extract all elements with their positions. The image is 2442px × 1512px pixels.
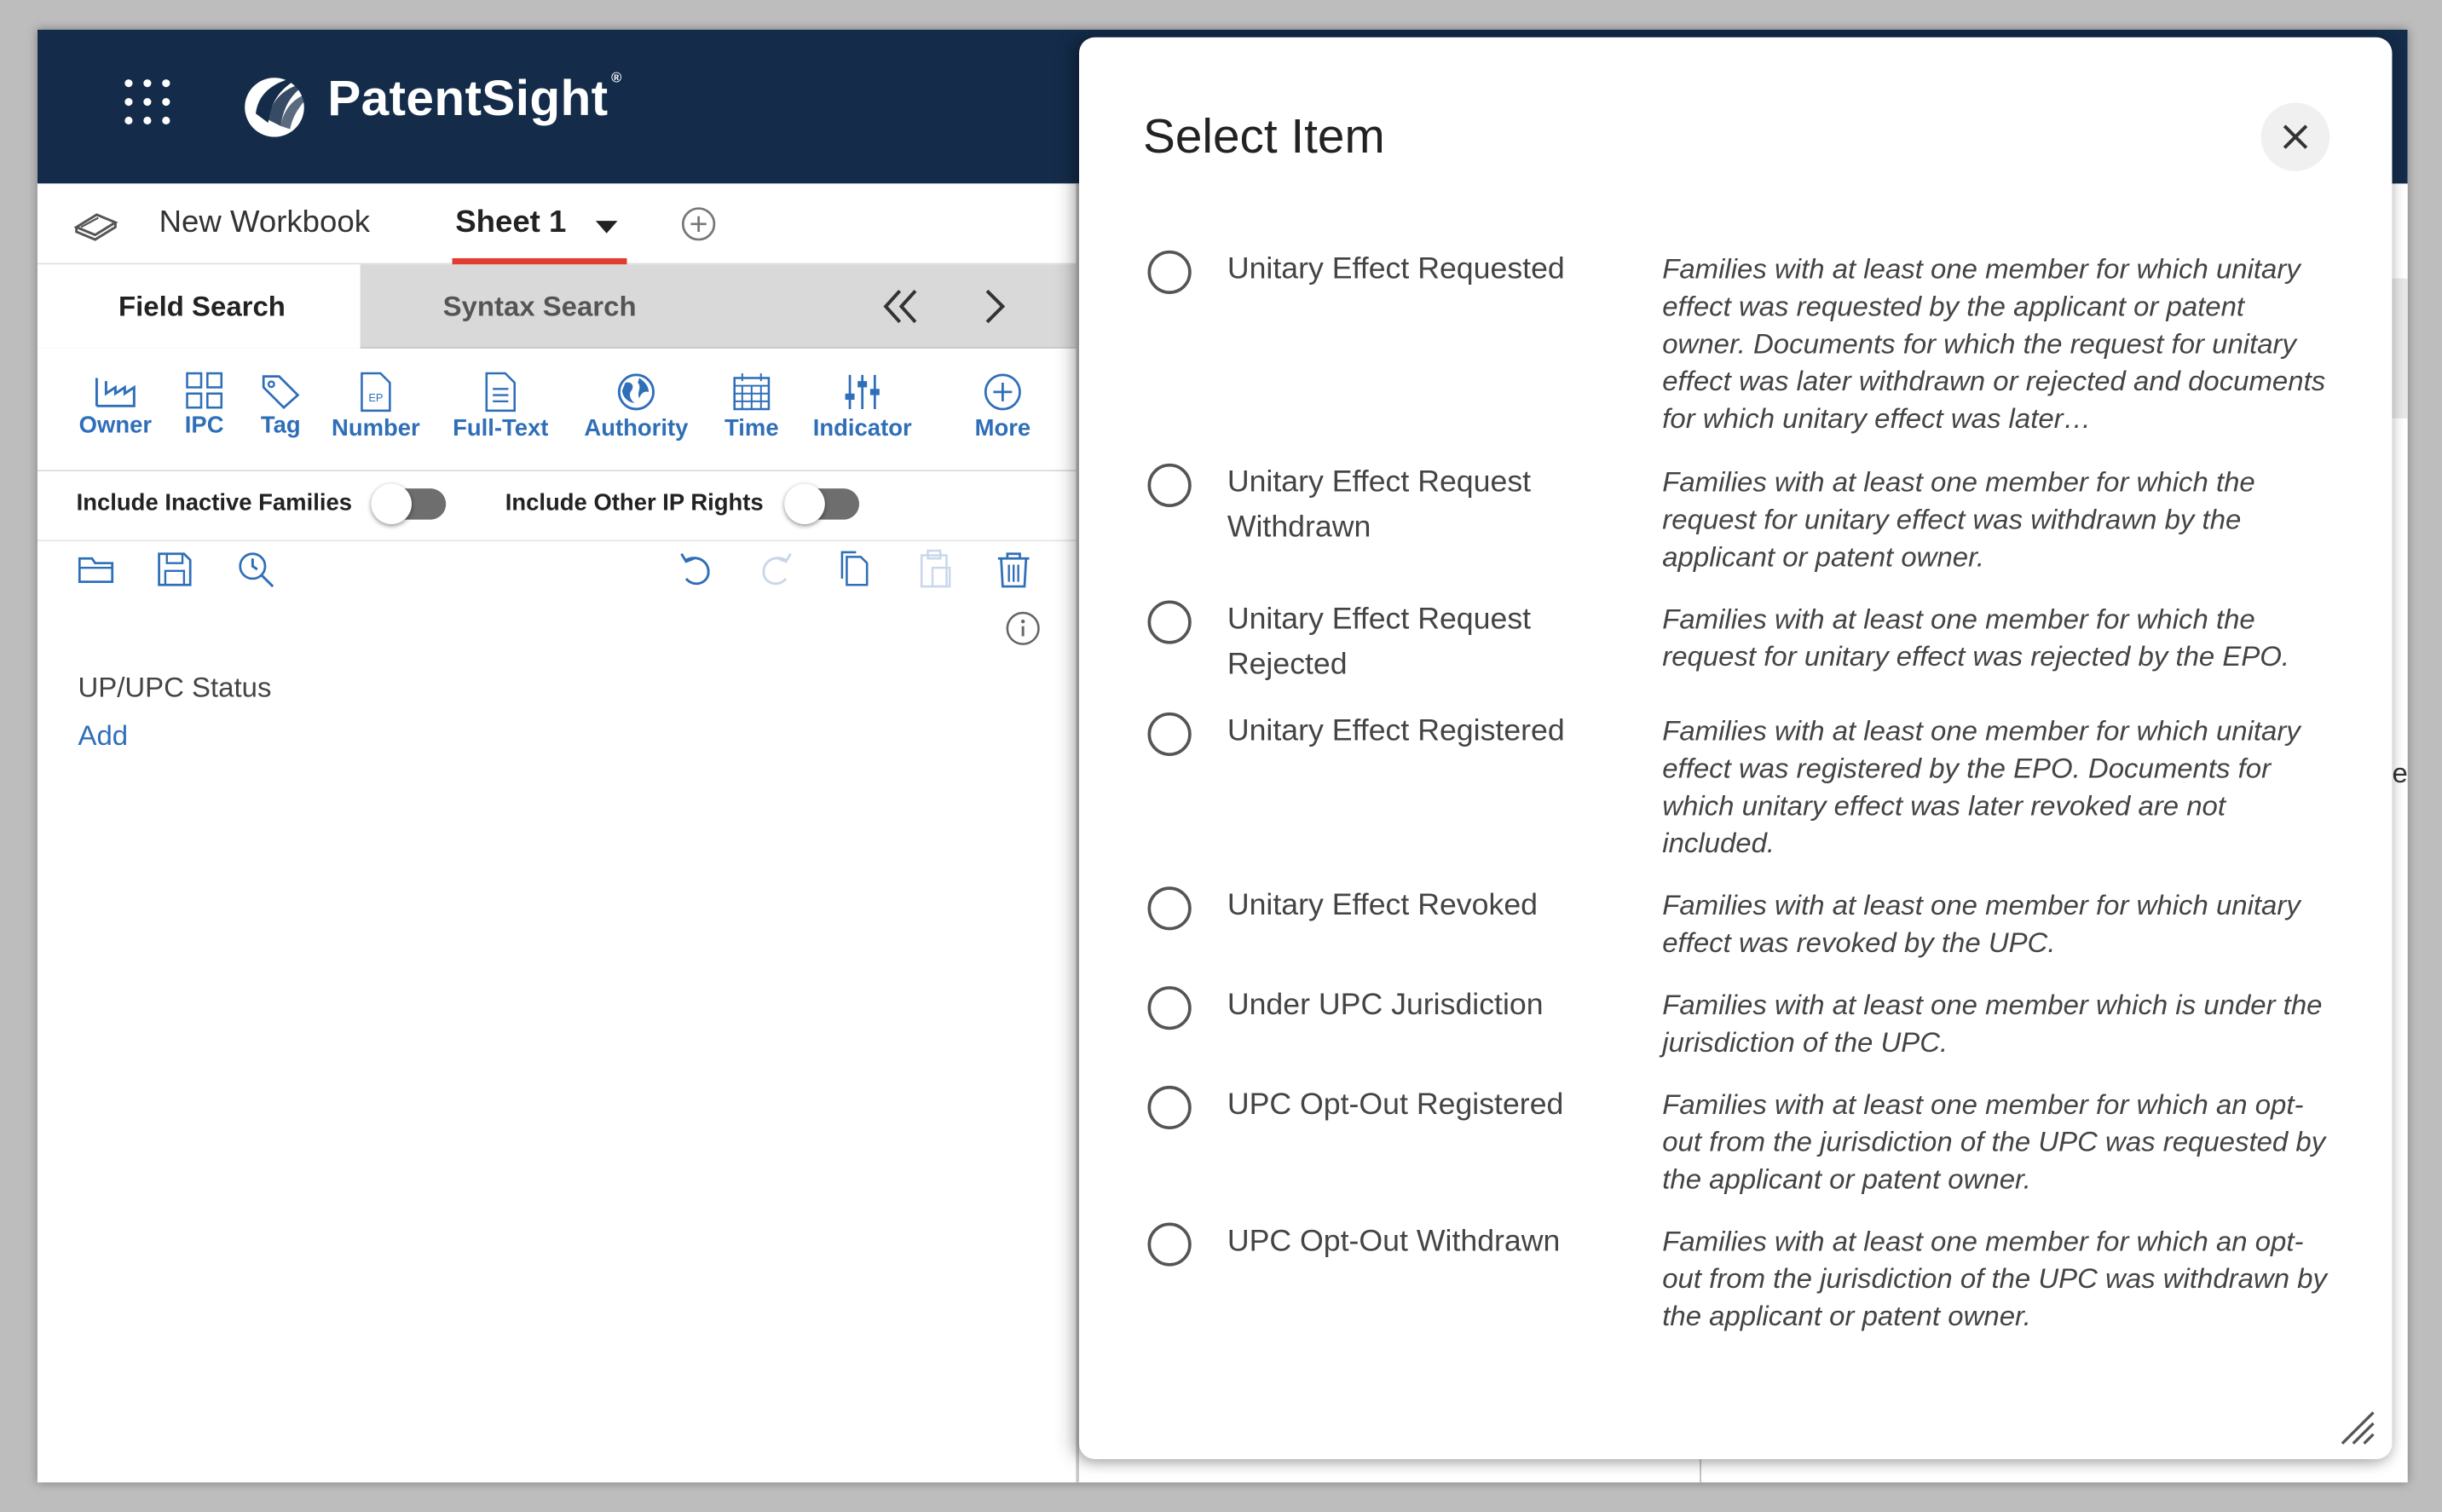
sheet-tab-label: Sheet 1 xyxy=(455,205,567,240)
radio-button[interactable] xyxy=(1147,1222,1192,1267)
radio-button[interactable] xyxy=(1147,250,1192,294)
add-link[interactable]: Add xyxy=(78,720,128,753)
radio-button[interactable] xyxy=(1147,600,1192,644)
option-description: Families with at least one member for wh… xyxy=(1662,466,2255,573)
tag-icon xyxy=(262,375,300,410)
app-grid-icon[interactable] xyxy=(124,79,171,126)
option-label: Unitary Effect Registered xyxy=(1227,713,1565,748)
factory-icon xyxy=(95,378,136,407)
radio-button[interactable] xyxy=(1147,886,1192,931)
sliders-icon xyxy=(845,374,880,410)
double-chevron-left-icon[interactable] xyxy=(876,283,923,330)
trash-icon[interactable] xyxy=(992,547,1036,591)
save-icon[interactable] xyxy=(153,547,196,591)
include-inactive-label: Include Inactive Families xyxy=(76,489,352,517)
radio-button[interactable] xyxy=(1147,712,1192,756)
include-other-ip-label: Include Other IP Rights xyxy=(505,489,764,517)
radio-button[interactable] xyxy=(1147,1085,1192,1130)
option-description: Families with at least one member for wh… xyxy=(1662,603,2290,672)
resize-handle-icon[interactable] xyxy=(2336,1406,2377,1446)
indicator-button[interactable]: Indicator xyxy=(808,362,917,462)
authority-button[interactable]: Authority xyxy=(577,362,696,462)
option-label: Under UPC Jurisdiction xyxy=(1227,987,1544,1023)
full-text-button[interactable]: Full-Text xyxy=(449,362,552,462)
tab-syntax-search[interactable]: Syntax Search xyxy=(443,291,637,323)
chevron-down-icon[interactable] xyxy=(595,221,618,234)
toggle-knob xyxy=(784,483,825,525)
owner-button[interactable]: Owner xyxy=(72,362,159,462)
grid-squares-icon xyxy=(186,372,223,409)
filter-toggles: Include Inactive Families Include Other … xyxy=(37,471,1080,540)
option-label: Unitary Effect Revoked xyxy=(1227,888,1539,923)
search-mode-tabs: Field Search Syntax Search xyxy=(37,264,1080,349)
plus-circle-icon xyxy=(984,373,1021,411)
number-button[interactable]: EP Number xyxy=(327,362,424,462)
tab-field-search-label: Field Search xyxy=(118,291,286,322)
svg-text:EP: EP xyxy=(368,391,383,404)
close-icon xyxy=(2283,124,2308,149)
history-search-icon[interactable] xyxy=(234,547,277,591)
more-button[interactable]: More xyxy=(967,362,1038,462)
redo-icon[interactable] xyxy=(754,547,798,591)
option-description: Families with at least one member for wh… xyxy=(1662,1226,2327,1332)
option-label: Unitary Effect Requested xyxy=(1227,251,1565,286)
folder-open-icon[interactable] xyxy=(75,547,118,591)
undo-icon[interactable] xyxy=(673,547,717,591)
include-inactive-toggle[interactable] xyxy=(371,483,447,525)
copy-icon[interactable] xyxy=(833,547,876,591)
patentsight-logo-icon xyxy=(245,76,315,137)
option-description: Families with at least one member which … xyxy=(1662,989,2323,1059)
option-description: Families with at least one member for wh… xyxy=(1662,715,2301,859)
info-icon[interactable] xyxy=(1004,609,1042,647)
tag-button[interactable]: Tag xyxy=(252,362,309,462)
workbook-name[interactable]: New Workbook xyxy=(159,205,370,241)
ipc-button[interactable]: IPC xyxy=(178,362,231,462)
include-other-ip-toggle[interactable] xyxy=(784,483,860,525)
option-description: Families with at least one member for wh… xyxy=(1662,889,2301,959)
radio-button[interactable] xyxy=(1147,986,1192,1030)
option-description: Families with at least one member for wh… xyxy=(1662,1088,2326,1195)
time-button[interactable]: Time xyxy=(718,362,786,462)
background-text-fragment: e xyxy=(2392,757,2408,789)
option-label: Unitary Effect Request Withdrawn xyxy=(1227,465,1532,545)
option-description: Families with at least one member for wh… xyxy=(1662,253,2326,435)
tab-sheet-1[interactable]: Sheet 1 xyxy=(452,183,631,265)
calendar-icon xyxy=(733,373,771,411)
workbook-icon[interactable] xyxy=(72,209,118,243)
paste-icon[interactable] xyxy=(914,547,957,591)
tab-field-search[interactable]: Field Search xyxy=(37,264,361,349)
field-toolbar: Owner IPC Tag EP Number Full-Text Author… xyxy=(37,349,1080,472)
select-item-dialog: Select Item Unitary Effect Requested Fam… xyxy=(1079,37,2393,1459)
option-label: Unitary Effect Request Rejected xyxy=(1227,602,1532,682)
toggle-knob xyxy=(371,483,412,525)
brand-name: PatentSight ® xyxy=(327,70,622,126)
workbook-bar: New Workbook Sheet 1 xyxy=(37,183,1080,265)
dialog-title: Select Item xyxy=(1143,108,1385,164)
radio-button[interactable] xyxy=(1147,463,1192,507)
active-tab-indicator xyxy=(452,257,627,265)
chevron-right-icon[interactable] xyxy=(979,283,1011,330)
app-window: PatentSight ® New Workbook Sheet 1 Field… xyxy=(37,29,2408,1483)
add-sheet-icon[interactable] xyxy=(680,205,718,243)
option-label: UPC Opt-Out Registered xyxy=(1227,1087,1564,1122)
close-button[interactable] xyxy=(2260,102,2330,171)
query-field-label: UP/UPC Status xyxy=(78,672,272,703)
ep-document-icon: EP xyxy=(361,372,391,413)
globe-icon xyxy=(617,373,655,411)
option-label: UPC Opt-Out Withdrawn xyxy=(1227,1224,1561,1259)
text-document-icon xyxy=(485,372,517,413)
query-actions xyxy=(37,540,1080,597)
